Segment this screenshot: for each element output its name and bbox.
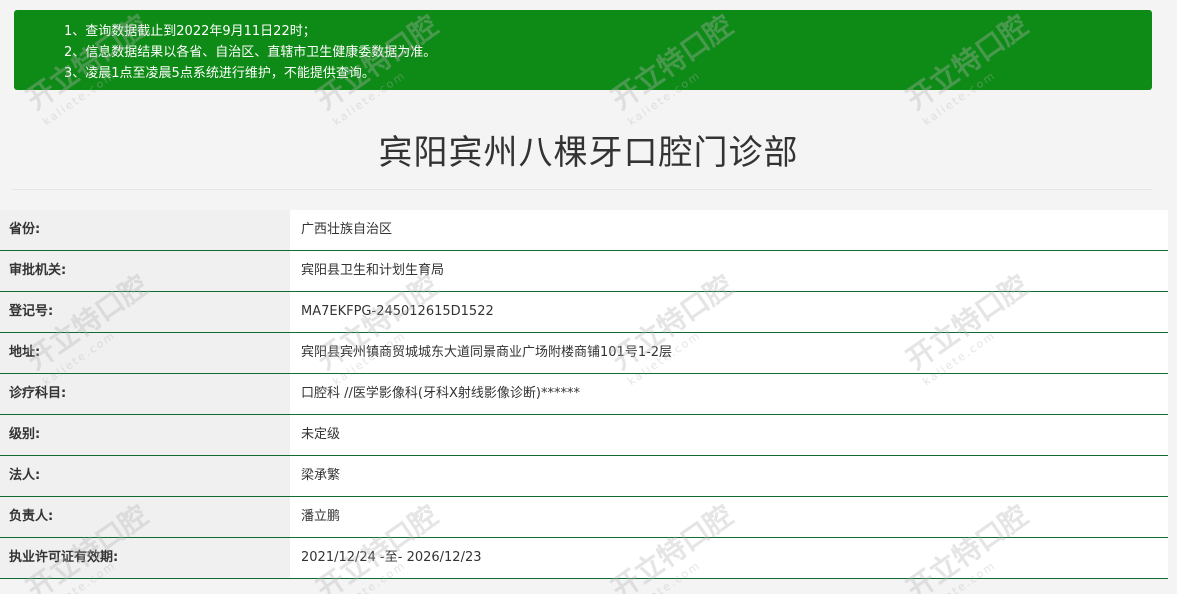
table-row: 执业许可证有效期: 2021/12/24 -至- 2026/12/23 [0,538,1168,579]
row-value-departments: 口腔科 //医学影像科(牙科X射线影像诊断)****** [290,374,1168,414]
notice-line: 3、凌晨1点至凌晨5点系统进行维护，不能提供查询。 [64,66,375,81]
table-row: 法人: 梁承繁 [0,456,1168,497]
row-value-registration: MA7EKFPG-245012615D1522 [290,292,1168,332]
table-row: 负责人: 潘立鹏 [0,497,1168,538]
row-value-province: 广西壮族自治区 [290,210,1168,250]
row-label-legal-person: 法人: [0,456,290,496]
notice-line: 1、查询数据截止到2022年9月11日22时； [64,24,316,39]
row-label-person-in-charge: 负责人: [0,497,290,537]
notice-banner: 1、查询数据截止到2022年9月11日22时； 2、信息数据结果以各省、自治区、… [14,10,1152,90]
row-value-authority: 宾阳县卫生和计划生育局 [290,251,1168,291]
row-label-license-validity: 执业许可证有效期: [0,538,290,578]
row-label-authority: 审批机关: [0,251,290,291]
table-row: 审批机关: 宾阳县卫生和计划生育局 [0,251,1168,292]
info-table: 省份: 广西壮族自治区 审批机关: 宾阳县卫生和计划生育局 登记号: MA7EK… [0,210,1168,579]
row-value-license-validity: 2021/12/24 -至- 2026/12/23 [290,538,1168,578]
table-row: 登记号: MA7EKFPG-245012615D1522 [0,292,1168,333]
title-divider [12,189,1152,190]
row-value-level: 未定级 [290,415,1168,455]
row-value-legal-person: 梁承繁 [290,456,1168,496]
row-label-registration: 登记号: [0,292,290,332]
row-value-person-in-charge: 潘立鹏 [290,497,1168,537]
table-row: 诊疗科目: 口腔科 //医学影像科(牙科X射线影像诊断)****** [0,374,1168,415]
row-label-departments: 诊疗科目: [0,374,290,414]
row-label-address: 地址: [0,333,290,373]
page: 1、查询数据截止到2022年9月11日22时； 2、信息数据结果以各省、自治区、… [0,0,1177,594]
row-label-province: 省份: [0,210,290,250]
notice-line: 2、信息数据结果以各省、自治区、直辖市卫生健康委数据为准。 [64,45,437,60]
row-label-level: 级别: [0,415,290,455]
row-value-address: 宾阳县宾州镇商贸城城东大道同景商业广场附楼商铺101号1-2层 [290,333,1168,373]
table-row: 地址: 宾阳县宾州镇商贸城城东大道同景商业广场附楼商铺101号1-2层 [0,333,1168,374]
table-row: 省份: 广西壮族自治区 [0,210,1168,251]
table-row: 级别: 未定级 [0,415,1168,456]
page-title: 宾阳宾州八棵牙口腔门诊部 [378,133,799,173]
